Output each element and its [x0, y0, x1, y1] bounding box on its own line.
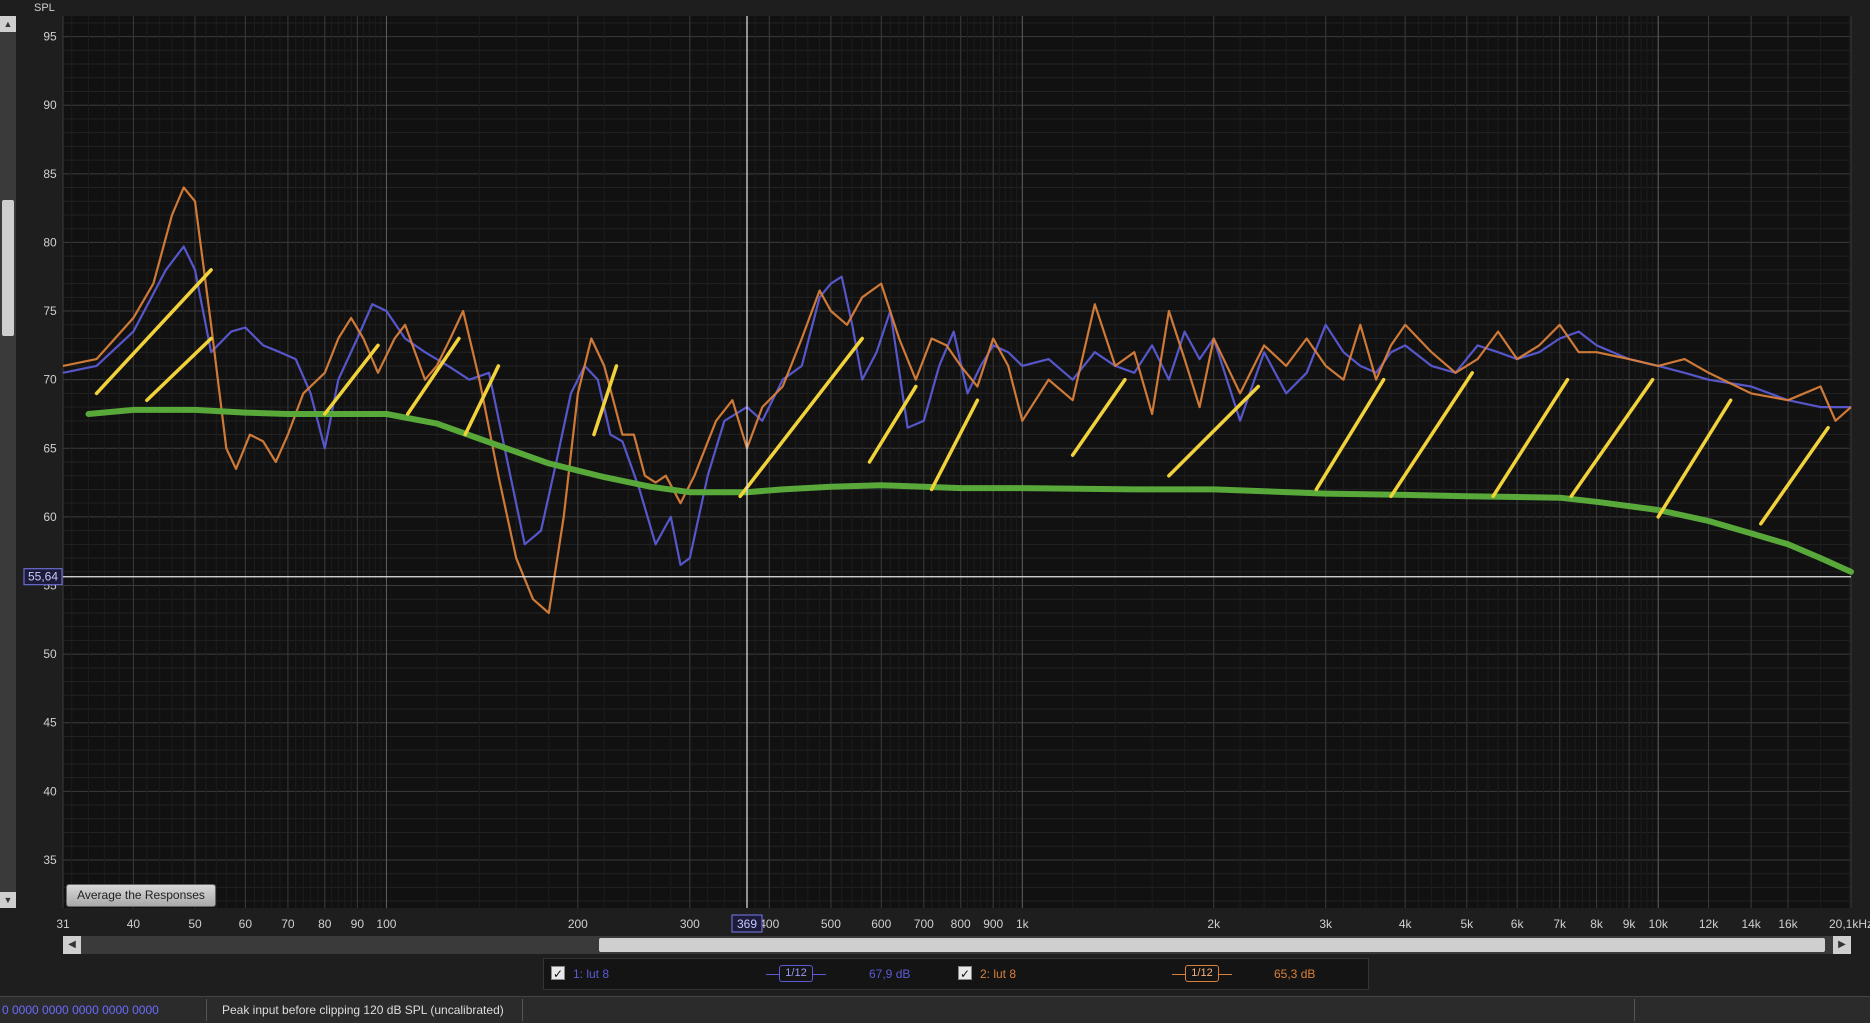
x-tick-label: 31	[56, 917, 70, 931]
scroll-right-arrow-icon[interactable]: ▶	[1833, 936, 1851, 954]
x-tick-label: 2k	[1207, 917, 1221, 931]
average-responses-button[interactable]: Average the Responses	[66, 884, 216, 907]
x-tick-label: 800	[951, 917, 971, 931]
x-tick-label: 60	[239, 917, 253, 931]
vertical-scrollbar[interactable]: ▲ ▼	[0, 16, 16, 908]
y-tick-label: 40	[43, 784, 57, 798]
x-tick-label: 700	[914, 917, 934, 931]
x-tick-label: 90	[351, 917, 365, 931]
status-message: Peak input before clipping 120 dB SPL (u…	[222, 1003, 504, 1017]
horizontal-scrollbar[interactable]: ◀ ▶	[63, 936, 1851, 954]
series-1-label: 1: lut 8	[573, 967, 610, 981]
x-tick-label: 100	[376, 917, 396, 931]
rew-spl-window: 35 40 45 50 55 60 65 70 75 80 85 90 95 31 40 50 60 70 80 9…	[0, 0, 1870, 1023]
x-tick-label: 6k	[1511, 917, 1525, 931]
legend-panel: ✓ 1: lut 8 1/12 67,9 dB ✓ 2: lut 8 1/12 …	[543, 958, 1369, 990]
series-2-label: 2: lut 8	[980, 967, 1017, 981]
y-tick-label: 90	[43, 98, 57, 112]
x-tick-label: 80	[318, 917, 332, 931]
x-tick-label: 12k	[1699, 917, 1719, 931]
series-1-smoothing-button[interactable]: 1/12	[779, 965, 813, 982]
x-tick-label: 200	[568, 917, 588, 931]
vertical-scroll-thumb[interactable]	[2, 200, 14, 336]
horizontal-scroll-thumb[interactable]	[599, 938, 1825, 952]
x-tick-label: 50	[188, 917, 202, 931]
x-tick-label: 16k	[1778, 917, 1798, 931]
series-2-level: 65,3 dB	[1274, 967, 1316, 981]
series-1-checkbox[interactable]: ✓	[551, 966, 565, 981]
x-tick-label: 5k	[1460, 917, 1474, 931]
spl-chart: 35404550556065707580859095 31 40 50 60 70 80 9…	[0, 0, 1870, 1022]
x-tick-label: 900	[983, 917, 1003, 931]
y-axis-label: SPL	[34, 2, 55, 14]
status-separator	[1634, 999, 1635, 1021]
y-tick-label: 75	[43, 304, 57, 318]
y-tick-label: 80	[43, 235, 57, 249]
status-counters: 0 0000 0000 0000 0000 0000	[2, 1003, 159, 1017]
x-tick-label: 600	[871, 917, 891, 931]
scroll-left-arrow-icon[interactable]: ◀	[63, 936, 81, 954]
x-tick-label: 40	[127, 917, 141, 931]
x-tick-label: 20,1kHz	[1829, 917, 1870, 931]
scroll-down-arrow-icon[interactable]: ▼	[0, 892, 16, 908]
x-axis: 31 40 50 60 70 80 90 100 200 300 400 500 600 700 800 90…	[56, 917, 1870, 931]
x-tick-label: 4k	[1399, 917, 1413, 931]
x-tick-label: 300	[680, 917, 700, 931]
y-tick-label: 65	[43, 441, 57, 455]
x-tick-label: 9k	[1623, 917, 1637, 931]
x-tick-label: 14k	[1741, 917, 1761, 931]
y-tick-label: 45	[43, 716, 57, 730]
x-tick-label: 7k	[1553, 917, 1567, 931]
series-2-checkbox[interactable]: ✓	[958, 966, 972, 981]
status-separator	[522, 999, 523, 1021]
series-1-level: 67,9 dB	[869, 967, 911, 981]
y-tick-label: 50	[43, 647, 57, 661]
series-2-smoothing-button[interactable]: 1/12	[1185, 965, 1219, 982]
x-tick-label: 500	[821, 917, 841, 931]
y-tick-label: 35	[43, 853, 57, 867]
y-tick-label: 95	[43, 30, 57, 44]
y-tick-label: 60	[43, 510, 57, 524]
status-bar: 0 0000 0000 0000 0000 0000 Peak input be…	[0, 996, 1870, 1023]
y-tick-label: 70	[43, 373, 57, 387]
x-tick-label: 10k	[1649, 917, 1669, 931]
x-tick-label: 1k	[1016, 917, 1030, 931]
x-tick-label: 8k	[1590, 917, 1604, 931]
cursor-y-readout: 55,64	[28, 570, 58, 584]
cursor-x-readout: 369	[737, 917, 757, 931]
x-tick-label: 3k	[1319, 917, 1333, 931]
y-tick-label: 85	[43, 167, 57, 181]
scroll-up-arrow-icon[interactable]: ▲	[0, 16, 16, 32]
x-tick-label: 70	[281, 917, 295, 931]
status-separator	[206, 999, 207, 1021]
